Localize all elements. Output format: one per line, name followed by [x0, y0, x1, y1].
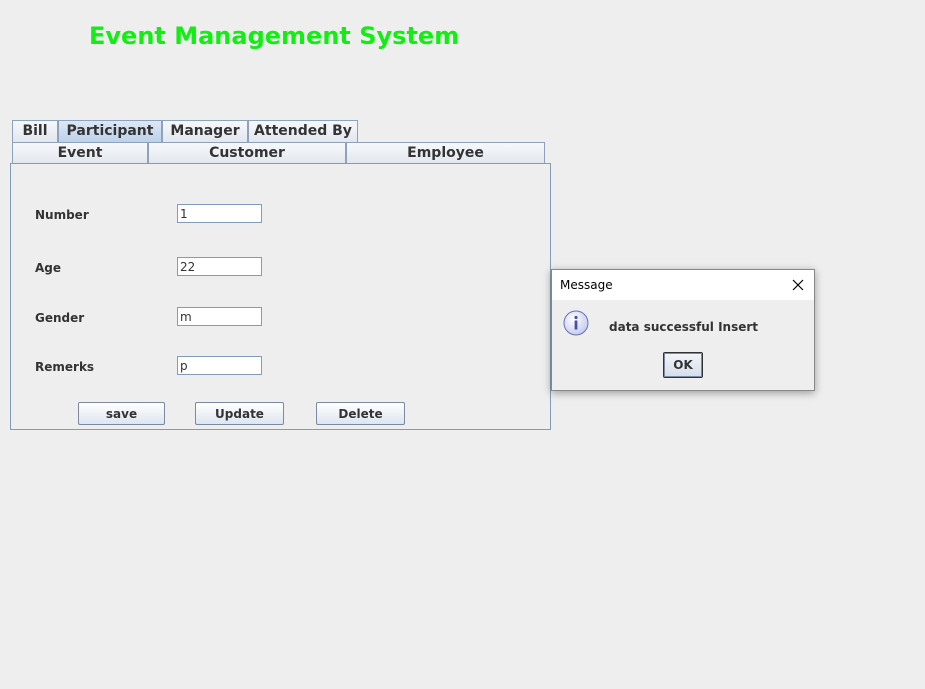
tab-bill[interactable]: Bill: [12, 120, 58, 142]
ok-button[interactable]: OK: [663, 352, 703, 378]
tab-participant[interactable]: Participant: [58, 120, 162, 142]
message-dialog: Message data successful Insert OK: [551, 269, 815, 391]
tab-attended-by[interactable]: Attended By: [248, 120, 358, 142]
remerks-field[interactable]: [177, 356, 262, 375]
age-label: Age: [35, 261, 62, 275]
age-field[interactable]: [177, 257, 262, 276]
gender-field[interactable]: [177, 307, 262, 326]
dialog-message: data successful Insert: [609, 320, 759, 334]
save-button[interactable]: save: [78, 402, 165, 425]
tab-event[interactable]: Event: [12, 142, 148, 164]
delete-button[interactable]: Delete: [316, 402, 405, 425]
tab-manager[interactable]: Manager: [162, 120, 248, 142]
number-field[interactable]: [177, 204, 262, 223]
tab-employee[interactable]: Employee: [346, 142, 545, 164]
tab-customer[interactable]: Customer: [148, 142, 346, 164]
participant-form-panel: Number Age Gender Remerks save Update De…: [10, 163, 551, 430]
dialog-title: Message: [560, 278, 613, 292]
update-button[interactable]: Update: [195, 402, 284, 425]
dialog-titlebar: Message: [552, 270, 814, 300]
app-title: Event Management System: [89, 22, 460, 50]
remerks-label: Remerks: [35, 360, 95, 374]
close-icon[interactable]: [790, 277, 806, 293]
number-label: Number: [35, 208, 89, 222]
gender-label: Gender: [35, 311, 85, 325]
info-icon: [563, 310, 589, 336]
